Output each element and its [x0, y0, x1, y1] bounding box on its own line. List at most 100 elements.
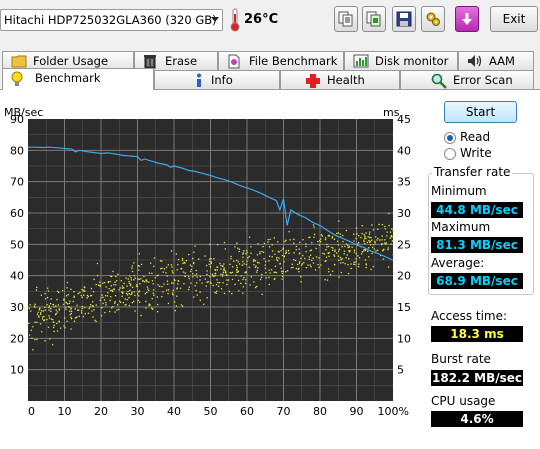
access-time-point: [342, 234, 344, 237]
access-time-point: [238, 248, 241, 250]
access-time-point: [276, 258, 278, 260]
access-time-point: [370, 268, 372, 271]
access-time-point: [29, 304, 31, 306]
access-time-point: [109, 280, 111, 283]
access-time-point: [255, 271, 258, 273]
access-time-point: [322, 252, 324, 255]
access-time-point: [205, 264, 208, 267]
access-time-point: [371, 224, 373, 226]
access-time-point: [66, 320, 68, 322]
access-time-point: [264, 267, 267, 270]
access-time-point: [270, 269, 273, 271]
access-time-point: [289, 239, 291, 241]
access-time-point: [247, 257, 249, 259]
access-time-point: [372, 265, 374, 268]
access-time-point: [83, 286, 85, 288]
tab-error-scan[interactable]: Error Scan: [400, 70, 534, 89]
access-time-point: [162, 291, 164, 293]
access-time-point: [240, 282, 242, 284]
access-time-point: [56, 330, 59, 332]
access-time-point: [368, 256, 370, 258]
access-time-point: [147, 288, 149, 290]
access-time-point: [255, 265, 257, 267]
access-time-point: [156, 296, 158, 298]
access-time-point: [31, 337, 33, 339]
access-time-point: [364, 249, 367, 252]
access-time-point: [235, 268, 238, 271]
access-time-point: [72, 300, 74, 303]
access-time-point: [379, 239, 381, 241]
access-time-point: [173, 301, 176, 303]
access-time-point: [269, 238, 271, 240]
read-radio[interactable]: Read: [444, 130, 534, 146]
access-time-point: [311, 242, 313, 244]
tab-health[interactable]: Health: [280, 70, 400, 89]
access-time-point: [273, 271, 275, 274]
start-button[interactable]: Start: [444, 101, 517, 123]
exit-button[interactable]: Exit: [490, 6, 538, 32]
access-time-point: [279, 263, 281, 265]
access-time-point: [338, 259, 340, 261]
access-time-point: [326, 243, 328, 246]
access-time-point: [92, 316, 94, 318]
access-time-point: [167, 292, 169, 295]
drive-select[interactable]: Hitachi HDP725032GLA360 (320 GB): [0, 9, 223, 31]
access-time-point: [350, 263, 352, 265]
access-time-point: [167, 289, 170, 291]
access-time-point: [47, 290, 50, 292]
access-time-point: [153, 265, 155, 267]
access-time-point: [309, 264, 311, 266]
access-time-point: [390, 243, 392, 245]
access-time-point: [339, 233, 341, 235]
access-time-point: [222, 273, 224, 275]
access-time-point: [146, 291, 148, 294]
copy-screenshot-button[interactable]: [362, 6, 386, 32]
tab-benchmark[interactable]: Benchmark: [2, 68, 154, 90]
access-time-point: [177, 283, 179, 285]
access-time-point: [297, 268, 299, 270]
save-button[interactable]: [392, 6, 416, 32]
average-value: 68.9 MB/sec: [431, 273, 523, 289]
access-time-point: [36, 321, 38, 324]
access-time-point: [268, 276, 270, 279]
access-time-point: [44, 309, 46, 311]
access-time-point: [144, 292, 146, 295]
maximum-label: Maximum: [431, 220, 491, 234]
write-radio[interactable]: Write: [444, 146, 534, 162]
access-time-point: [183, 261, 185, 264]
access-time-point: [235, 274, 237, 277]
access-time-point: [337, 244, 339, 246]
access-time-point: [53, 306, 55, 308]
copy-text-button[interactable]: [334, 6, 358, 32]
access-time-point: [176, 269, 178, 271]
access-time-point: [146, 286, 149, 288]
access-time-point: [121, 291, 123, 293]
access-time-point: [320, 264, 322, 266]
tab-file-benchmark[interactable]: File Benchmark: [218, 51, 344, 70]
access-time-point: [74, 308, 76, 310]
tab-aam[interactable]: AAM: [458, 51, 534, 70]
access-time-point: [268, 283, 270, 286]
access-time-point: [290, 266, 293, 269]
access-time-point: [363, 239, 365, 241]
access-time-point: [301, 263, 303, 265]
access-time-point: [248, 255, 250, 258]
tab-info[interactable]: Info: [154, 70, 280, 89]
access-time-point: [268, 255, 271, 257]
access-time-point: [68, 306, 71, 308]
access-time-point: [62, 303, 65, 306]
access-time-point: [236, 266, 238, 269]
access-time-point: [338, 248, 341, 250]
tab-disk-monitor[interactable]: Disk monitor: [344, 51, 458, 70]
access-time-point: [95, 320, 97, 323]
access-time-point: [207, 281, 209, 283]
access-time-point: [298, 262, 301, 264]
minimize-to-tray-button[interactable]: [455, 6, 479, 32]
access-time-point: [174, 279, 176, 282]
access-time-point: [256, 254, 259, 256]
access-time-point: [250, 276, 253, 278]
options-button[interactable]: [421, 6, 445, 32]
access-time-point: [195, 289, 197, 292]
access-time-point: [145, 300, 147, 303]
access-time-point: [66, 303, 69, 305]
